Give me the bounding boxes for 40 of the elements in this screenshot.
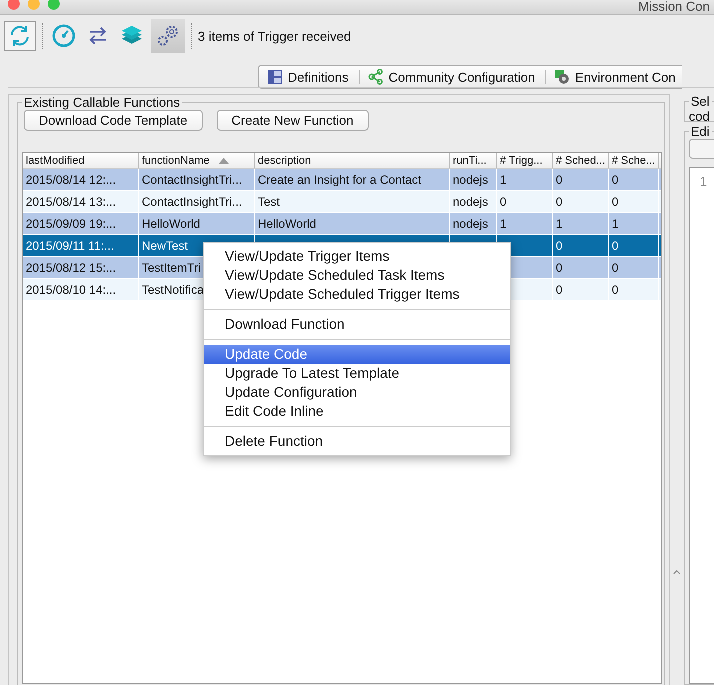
table-cell: 1 xyxy=(612,216,619,230)
table-cell: 0 xyxy=(612,282,619,296)
table-cell: 0 xyxy=(612,260,619,274)
table-cell: TestItemTri xyxy=(142,260,201,274)
table-cell: Test xyxy=(258,194,280,208)
table-cell: nodejs xyxy=(453,216,488,230)
table-cell: Create an Insight for a Contact xyxy=(258,172,422,186)
group-title: Sel xyxy=(690,94,711,109)
table-cell: 2015/08/10 14:... xyxy=(26,282,116,296)
table-cell: 0 xyxy=(556,238,563,252)
table-cell: HelloWorld xyxy=(142,216,200,230)
table-cell: ContactInsightTri... xyxy=(142,194,242,208)
table-cell: 0 xyxy=(612,238,619,252)
table-cell: 1 xyxy=(500,216,507,230)
table-cell: 1 xyxy=(556,216,563,230)
table-cell: 0 xyxy=(556,172,563,186)
table-cell: nodejs xyxy=(453,194,488,208)
table-cell: 2015/09/09 19:... xyxy=(26,216,116,230)
table-cell: 2015/08/12 15:... xyxy=(26,260,116,274)
table-cell: 1 xyxy=(500,172,507,186)
table-cell: 0 xyxy=(556,260,563,274)
table-cell: 2015/08/14 12:... xyxy=(26,172,116,186)
table-cell: NewTest xyxy=(142,238,188,252)
table-cell: TestNotifica xyxy=(142,282,204,296)
table-cell: 2015/08/14 13:... xyxy=(26,194,116,208)
status-message: 3 items of Trigger received xyxy=(198,28,352,44)
table-cell: 0 xyxy=(500,194,507,208)
table-cell: 0 xyxy=(612,194,619,208)
group-title: Existing Callable Functions xyxy=(23,95,182,110)
line-number: 1 xyxy=(700,174,708,189)
table-cell: 2015/09/11 11:... xyxy=(26,238,114,252)
table-cell: ContactInsightTri... xyxy=(142,172,242,186)
table-cell: 0 xyxy=(556,282,563,296)
group-title: Edi xyxy=(690,124,711,139)
table-cell: 0 xyxy=(612,172,619,186)
table-cell: HelloWorld xyxy=(258,216,316,230)
table-cell: 0 xyxy=(556,194,563,208)
window-title: Mission Con xyxy=(638,0,710,14)
table-cell: nodejs xyxy=(453,172,488,186)
label-text: cod xyxy=(689,109,710,124)
